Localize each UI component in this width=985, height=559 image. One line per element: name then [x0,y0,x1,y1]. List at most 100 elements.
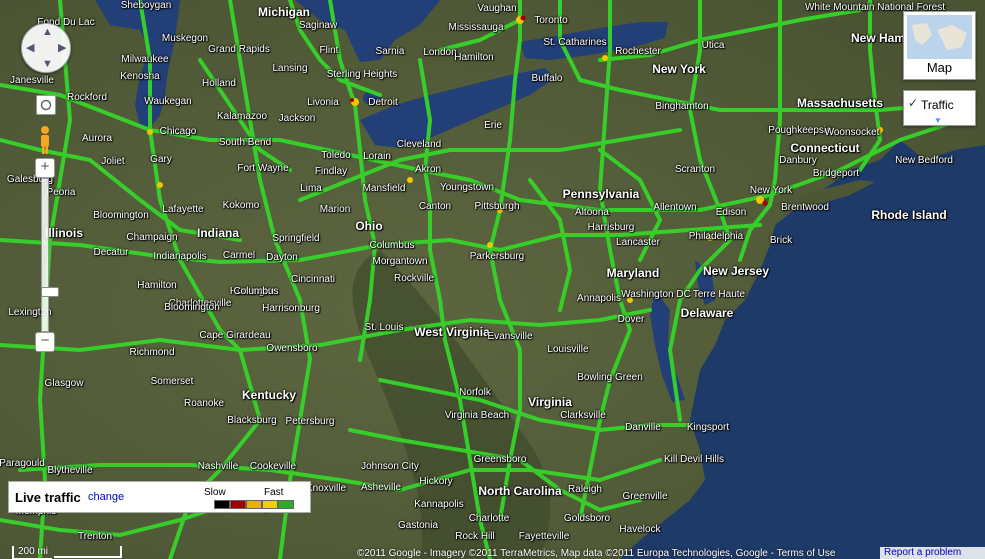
city-label: St. Louis [364,322,404,333]
city-label: Harrisonburg [262,303,320,314]
city-label: Cleveland [396,139,442,150]
city-label: Richmond [129,347,175,358]
city-label: Roanoke [183,398,225,409]
city-label: Hickory [419,476,453,487]
city-label: Raleigh [568,484,602,495]
city-label: Petersburg [285,416,335,427]
map-type-button[interactable]: Map [903,11,976,80]
city-label: Trenton [77,531,113,542]
city-label: Harrisburg [587,222,635,233]
city-label: Rockford [66,92,108,103]
city-label: Knoxville [305,483,347,494]
city-label: Danville [625,422,661,433]
city-label: Norfolk [459,387,491,398]
city-label: Champaign [126,232,178,243]
pan-down-icon[interactable]: ▼ [42,59,53,70]
legend-title: Live traffic [15,490,81,505]
legend-swatch [214,500,230,509]
city-label: Buffalo [531,73,563,84]
city-label: Sarnia [375,46,405,57]
city-label: Carmel [222,250,256,261]
report-problem-link[interactable]: Report a problem [880,547,985,559]
city-label: Toronto [534,15,568,26]
city-label: Dayton [266,252,298,263]
zoom-box-icon[interactable] [36,95,56,115]
city-label: Gary [150,154,172,165]
city-label: London [423,47,457,58]
state-label: Maryland [606,266,660,280]
city-label: Washington DC [621,289,691,300]
city-label: Utica [701,40,725,51]
city-label: South Bend [218,137,272,148]
map-thumbnail [907,15,972,59]
zoom-in-button[interactable]: + [35,158,55,178]
legend-change-link[interactable]: change [88,491,124,503]
city-label: Lima [300,183,322,194]
city-label: Rockville [393,273,435,284]
city-label: Lorain [363,151,391,162]
city-label: Goldsboro [563,513,611,524]
legend-swatch [230,500,246,509]
city-label: Parkersburg [469,251,525,262]
city-label: Hamilton [454,52,494,63]
city-label: Poughkeepsie [768,125,832,136]
map-canvas[interactable]: Michigan Ohio Indiana Illinois Pennsylvania N… [0,0,985,559]
city-label: Jackson [278,113,316,124]
city-label: Hamilton [137,280,177,291]
city-label: New York [749,185,793,196]
city-label: Columbus [369,240,415,251]
city-label: Virginia Beach [444,410,510,421]
pan-control[interactable]: ▲ ▼ ◀ ▶ [21,23,71,73]
city-label: Rochester [615,46,661,57]
city-label: Charlotte [468,513,510,524]
city-label: Havelock [619,524,661,535]
city-label: Pittsburgh [474,201,520,212]
zoom-slider-thumb[interactable] [41,287,59,297]
city-label: Mississauga [448,22,504,33]
pegman-icon[interactable] [36,125,54,155]
city-label: Rock Hill [455,531,495,542]
dropdown-arrow-icon[interactable]: ▼ [934,116,942,125]
traffic-toggle[interactable]: ✓ Traffic ▼ [903,90,976,126]
city-label: Greensboro [473,454,527,465]
city-label: Milwaukee [121,54,169,65]
city-label: Kannapolis [414,499,464,510]
city-label: Grand Rapids [208,44,270,55]
city-label: Asheville [360,482,402,493]
checkmark-icon: ✓ [908,96,919,110]
city-label: Blytheville [47,465,93,476]
city-label: Bowling Green [577,372,643,383]
scale-bar: 200 mi [12,546,52,559]
traffic-label: Traffic [921,98,954,112]
city-label: Greenville [622,491,668,502]
city-label: St. Catharines [543,37,607,48]
city-label: Findlay [314,166,348,177]
city-label: Erie [484,120,502,131]
pan-left-icon[interactable]: ◀ [26,43,34,54]
city-label: Cincinnati [291,274,335,285]
legend-fast-label: Fast [264,487,284,498]
city-label: Flint [319,45,339,56]
city-label: Kenosha [120,71,160,82]
city-label: Fort Wayne [237,163,289,174]
pan-up-icon[interactable]: ▲ [42,27,53,38]
zoom-out-button[interactable]: − [35,332,55,352]
traffic-legend: Live traffic change Slow Fast [8,481,311,513]
city-label: Paragould [0,458,45,469]
pan-right-icon[interactable]: ▶ [58,43,66,54]
city-label: Bridgeport [812,168,860,179]
zoom-slider[interactable] [41,178,59,332]
legend-swatch [278,500,294,509]
city-label: Dover [617,314,645,325]
state-label: New Jersey [702,264,770,278]
city-label: Scranton [674,164,716,175]
city-label: Nashville [197,461,239,472]
city-label: Holland [202,78,236,89]
city-label: Morgantown [372,256,428,267]
zoom-control[interactable]: + − [35,158,59,352]
city-label: Toledo [321,150,351,161]
state-label: West Virginia [414,325,490,339]
state-label: Ohio [355,219,383,233]
city-label: Janesville [10,75,54,86]
legend-slow-label: Slow [204,487,226,498]
